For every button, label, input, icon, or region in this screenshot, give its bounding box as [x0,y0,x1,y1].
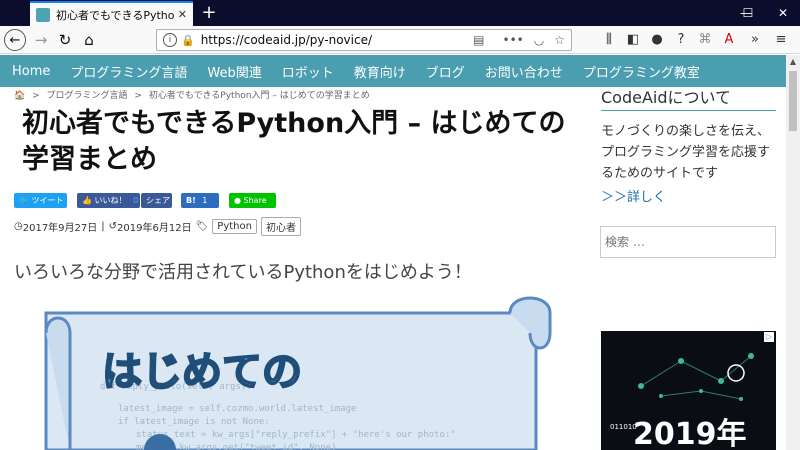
meta-separator: | [101,221,105,232]
browser-tab[interactable]: 初心者でもできるPython入門 – は ✕ [30,1,193,26]
info-icon[interactable]: i [163,33,177,47]
facebook-share-button[interactable]: シェア [141,193,172,208]
svg-text:if latest_image is not None:: if latest_image is not None: [118,417,270,427]
line-share-button[interactable]: ● Share [229,193,276,208]
fb-like-label: いいね！ [94,196,127,205]
tab-close-icon[interactable]: ✕ [178,8,187,21]
close-window-button[interactable]: ✕ [766,0,800,26]
tab-title: 初心者でもできるPython入門 – は [56,8,174,22]
hatena-label: B! [186,196,196,205]
menu-item-blog[interactable]: ブログ [426,62,465,81]
menu-item-robot[interactable]: ロボット [282,62,334,81]
title-bar: 初心者でもできるPython入門 – は ✕ + — ☐ ✕ [0,0,800,26]
sidebar-toggle-icon[interactable]: ◧ [624,31,642,49]
breadcrumb-current: 初心者でもできるPython入門 – はじめての学習まとめ [148,91,370,101]
post-meta: ◷ 2017年9月27日 | ↺ 2019年6月12日 🏷 Python 初心者 [14,217,301,236]
forward-arrow-icon[interactable]: → [30,29,52,51]
scrollbar-thumb[interactable] [789,71,797,131]
hero-scroll-image: def reply_photo(self, args): latest_imag… [44,296,552,450]
menu-item-school[interactable]: プログラミング教室 [583,62,700,81]
tag-python[interactable]: Python [212,219,257,234]
twitter-bird-icon: 🐦 [19,196,29,205]
reader-view-icon[interactable]: ▤ [473,33,484,47]
library-icon[interactable]: ⫼ [600,31,618,49]
lock-icon: 🔒 [181,33,195,47]
tag-beginner[interactable]: 初心者 [260,217,301,236]
site-menu: Home プログラミング言語 Web関連 ロボット 教育向け ブログ お問い合わ… [0,55,786,87]
overflow-icon[interactable]: » [746,31,764,49]
site-favicon-icon [36,7,50,22]
fb-like-count: 0 [133,196,139,205]
breadcrumb: 🏠 > プログラミング言語 > 初心者でもできるPython入門 – はじめての… [14,88,374,101]
ad-network-graphic [638,353,754,401]
menu-item-programming[interactable]: プログラミング言語 [70,62,187,81]
sidebar-about-heading: CodeAidについて [601,84,776,111]
back-arrow-icon[interactable]: ← [4,29,26,51]
svg-text:latest_image = self.cozmo.worl: latest_image = self.cozmo.world.latest_i… [118,404,356,414]
sidebar-about-text: モノづくりの楽しさを伝え、プログラミング学習を応援するためのサイトです [601,124,771,181]
bookmark-star-icon[interactable]: ☆ [554,33,565,47]
line-share-label: Share [243,196,267,205]
url-text[interactable]: https://codeaid.jp/py-novice/ [201,33,463,47]
menu-item-home[interactable]: Home [12,64,50,79]
menu-hamburger-icon[interactable]: ≡ [772,31,790,49]
page-actions-icon[interactable]: ••• [503,33,524,47]
extension-icon[interactable]: ⌘ [696,31,714,49]
sidebar-ad-banner[interactable]: ▷ 011010 2019年 [601,331,776,450]
breadcrumb-separator: > [32,91,40,101]
new-tab-button[interactable]: + [198,2,220,24]
breadcrumb-category[interactable]: プログラミング言語 [47,91,128,101]
ad-year-text: 2019年 [633,417,747,450]
page-scrollbar[interactable]: ▲ [786,55,800,450]
updated-icon: ↺ [108,221,118,232]
facebook-like-button[interactable]: 👍 いいね！ 0 [77,193,140,208]
hatena-count: 1 [202,196,208,205]
thumbs-up-icon: 👍 [82,196,92,205]
acrobat-icon[interactable]: A [720,31,738,49]
url-bar[interactable]: i 🔒 https://codeaid.jp/py-novice/ ▤ ••• … [156,29,572,51]
hatena-bookmark-button[interactable]: B! 1 [181,193,219,208]
twitter-share-label: ツイート [31,196,64,205]
reload-icon[interactable]: ↻ [54,29,76,51]
clock-icon: ◷ [14,221,23,232]
nav-bar: ← → ↻ ⌂ i 🔒 https://codeaid.jp/py-novice… [0,26,800,54]
pocket-icon[interactable]: ◡ [534,33,544,47]
updated-date: 2019年6月12日 [117,223,192,234]
sidebar-more-link[interactable]: ＞＞詳しく [601,186,666,205]
scroll-up-icon[interactable]: ▲ [786,55,800,69]
hero-caption: はじめての [102,349,302,395]
tag-icon: 🏷 [195,221,209,232]
twitter-share-button[interactable]: 🐦 ツイート [14,193,67,208]
line-icon: ● [234,196,241,205]
sidebar-search-input[interactable] [600,226,776,258]
home-icon[interactable]: ⌂ [78,29,100,51]
menu-item-education[interactable]: 教育向け [354,62,406,81]
page-title: 初心者でもできるPython入門 – はじめての学習まとめ [22,108,566,175]
menu-item-web[interactable]: Web関連 [207,62,261,81]
post-date: 2017年9月27日 [22,223,98,234]
svg-text:status_text = kw_args["reply_p: status_text = kw_args["reply_prefix"] + … [136,430,456,440]
menu-item-contact[interactable]: お問い合わせ [485,62,563,81]
maximize-button[interactable]: ☐ [732,0,764,26]
account-icon[interactable]: ● [648,31,666,49]
extension-help-icon[interactable]: ? [672,31,690,49]
breadcrumb-separator: > [134,91,142,101]
article-lead: いろいろな分野で活用されているPythonをはじめよう！ [14,262,472,283]
breadcrumb-home-icon[interactable]: 🏠 [14,91,25,101]
